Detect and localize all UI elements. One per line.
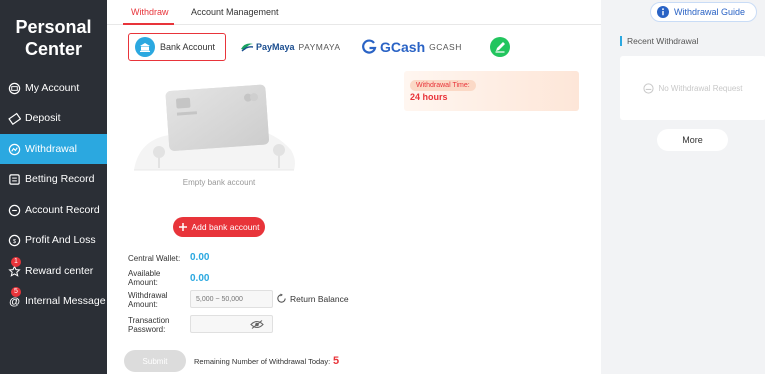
sidebar-title-line1: Personal — [15, 17, 92, 37]
paymaya-option[interactable]: PayMaya PAYMAYA — [240, 33, 345, 61]
recent-withdrawal-empty: No Withdrawal Request — [620, 56, 765, 120]
withdrawal-label-line1: Withdrawal — [128, 291, 168, 300]
withdrawal-amount-label: Withdrawal Amount: — [128, 291, 168, 309]
sidebar-item-label: Internal Message — [25, 295, 106, 307]
sidebar-item-betting-record[interactable]: Betting Record — [0, 164, 107, 194]
sidebar-item-reward-center[interactable]: 1 Reward center — [0, 256, 107, 286]
return-balance-label: Return Balance — [290, 293, 349, 304]
no-withdrawal-request-text: No Withdrawal Request — [658, 83, 743, 93]
eye-hidden-icon[interactable] — [250, 320, 264, 329]
withdrawal-time-label: Withdrawal Time: — [410, 80, 476, 91]
empty-inbox-icon — [643, 82, 655, 94]
bank-icon — [135, 37, 155, 57]
available-label-line2: Amount: — [128, 278, 158, 287]
plus-icon — [179, 223, 188, 231]
sidebar-item-profit-and-loss[interactable]: $ Profit And Loss — [0, 225, 107, 255]
paymaya-brand: PayMaya — [256, 42, 295, 52]
edit-payment-option[interactable] — [488, 33, 512, 61]
sidebar-item-label: Account Record — [25, 204, 100, 216]
empty-bank-card-illustration — [134, 84, 295, 171]
available-amount-value: 0.00 — [190, 273, 210, 284]
remaining-withdrawals-label: Remaining Number of Withdrawal Today: — [194, 357, 331, 366]
sidebar-item-label: My Account — [25, 82, 80, 94]
recent-withdrawal-panel: Withdrawal Guide Recent Withdrawal No Wi… — [601, 0, 765, 374]
withdrawal-guide-label: Withdrawal Guide — [674, 7, 746, 17]
central-wallet-label: Central Wallet: — [128, 254, 181, 263]
sidebar-item-label: Profit And Loss — [25, 234, 96, 246]
reward-icon: 1 — [8, 256, 21, 278]
refresh-icon — [277, 293, 286, 303]
bank-account-option[interactable]: Bank Account — [128, 33, 226, 61]
svg-text:$: $ — [13, 238, 16, 244]
sidebar-item-label: Betting Record — [25, 173, 95, 185]
central-wallet-value: 0.00 — [190, 252, 210, 263]
sidebar-item-internal-message[interactable]: @ 5 Internal Message — [0, 286, 107, 316]
remaining-withdrawals-value: 5 — [333, 355, 340, 367]
add-bank-account-label: Add bank account — [191, 222, 260, 232]
message-badge: 5 — [11, 286, 21, 297]
sidebar-item-label: Withdrawal — [25, 143, 77, 155]
submit-button[interactable]: Submit — [124, 350, 186, 372]
account-icon — [8, 82, 21, 95]
reward-badge: 1 — [11, 256, 21, 267]
paymaya-logo-icon — [241, 43, 254, 52]
withdrawal-label-line2: Amount: — [128, 300, 158, 309]
password-label-line1: Transaction — [128, 316, 170, 325]
withdrawal-icon — [8, 143, 21, 156]
sidebar-item-withdrawal[interactable]: Withdrawal — [0, 134, 107, 164]
bank-account-label: Bank Account — [160, 42, 216, 52]
withdrawal-guide-button[interactable]: Withdrawal Guide — [650, 2, 757, 22]
sidebar: Personal Center My Account Deposit Withd… — [0, 0, 107, 374]
tab-account-management[interactable]: Account Management — [191, 0, 279, 25]
gcash-brand: GCash — [380, 39, 426, 55]
betting-record-icon — [8, 173, 21, 186]
add-bank-account-button[interactable]: Add bank account — [173, 217, 265, 237]
available-label-line1: Available — [128, 269, 161, 278]
svg-text:@: @ — [9, 296, 20, 308]
withdrawal-amount-input[interactable] — [190, 290, 273, 308]
message-icon: @ 5 — [8, 286, 21, 308]
available-amount-label: Available Amount: — [128, 269, 160, 287]
sidebar-item-deposit[interactable]: Deposit — [0, 103, 107, 133]
tab-bar: Withdraw Account Management — [107, 0, 601, 25]
withdraw-panel: Withdraw Account Management Bank Account… — [107, 0, 601, 374]
sidebar-title: Personal Center — [0, 0, 107, 70]
deposit-icon — [8, 112, 21, 125]
edit-icon — [490, 37, 510, 57]
return-balance-button[interactable]: Return Balance — [276, 293, 349, 304]
gcash-logo-icon — [362, 39, 377, 54]
profit-loss-icon: $ — [8, 234, 21, 247]
paymaya-text: PAYMAYA — [298, 42, 341, 52]
gcash-option[interactable]: GCash GCASH — [361, 33, 471, 61]
sidebar-item-my-account[interactable]: My Account — [0, 73, 107, 103]
sidebar-title-line2: Center — [24, 39, 82, 59]
gcash-text: GCASH — [429, 42, 462, 52]
sidebar-item-label: Deposit — [25, 112, 61, 124]
password-label-line2: Password: — [128, 325, 166, 334]
withdrawal-time-value: 24 hours — [410, 92, 448, 102]
withdrawal-time-box: Withdrawal Time: 24 hours — [404, 71, 579, 111]
account-record-icon — [8, 204, 21, 217]
info-icon — [657, 6, 669, 18]
transaction-password-label: Transaction Password: — [128, 316, 170, 334]
recent-withdrawal-title: Recent Withdrawal — [620, 36, 698, 46]
empty-bank-text: Empty bank account — [182, 178, 256, 187]
sidebar-item-label: Reward center — [25, 265, 94, 277]
more-button[interactable]: More — [657, 129, 728, 151]
sidebar-item-account-record[interactable]: Account Record — [0, 195, 107, 225]
tab-withdraw[interactable]: Withdraw — [123, 0, 174, 25]
